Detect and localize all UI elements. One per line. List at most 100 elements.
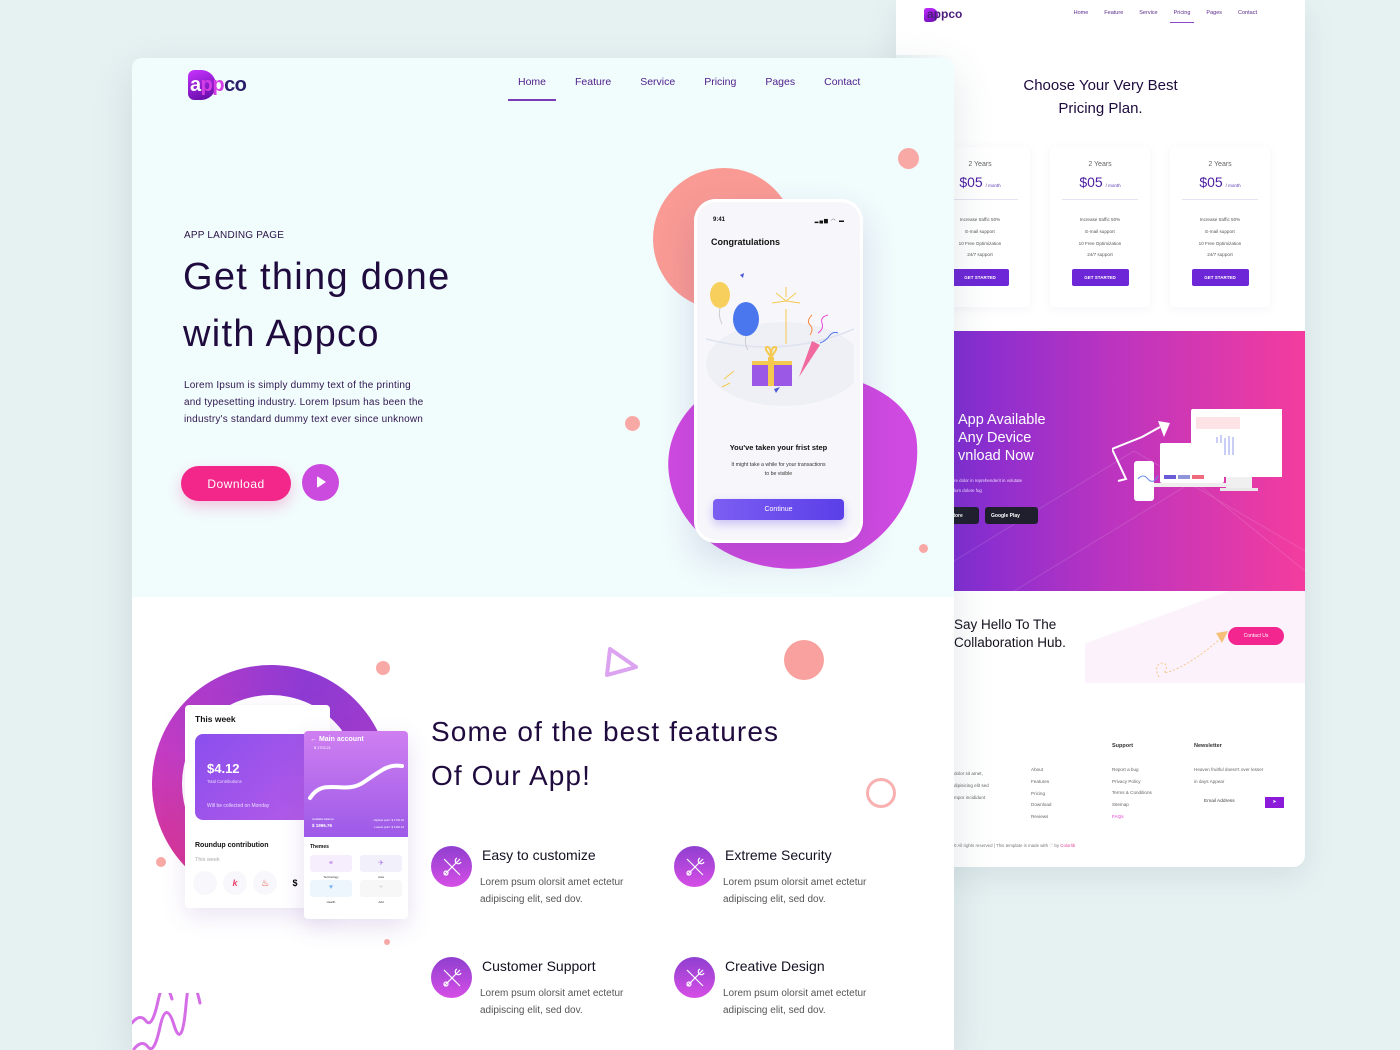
footer: dolor sit amet, dipisicing elit sed mpor…	[954, 683, 1305, 867]
continue-button[interactable]: Continue	[713, 499, 844, 520]
gift-celebration-illustration	[705, 273, 854, 406]
footer-link-privacy[interactable]: Privacy Policy	[1112, 776, 1152, 788]
footer-link-download[interactable]: Download	[1031, 799, 1051, 811]
footer-links: About Features Pricing Download Reviews	[1031, 764, 1051, 823]
theme-technology[interactable]: ⚭ Technology	[310, 855, 352, 879]
theme-asia[interactable]: ✈ Asia	[360, 855, 402, 879]
pricing-title: Choose Your Very Best Pricing Plan.	[1023, 77, 1178, 117]
back-nav-pricing[interactable]: Pricing	[1169, 10, 1195, 23]
download-button[interactable]: Download	[181, 466, 291, 501]
footer-link-sitemap[interactable]: Sitemap	[1112, 799, 1152, 811]
merchant-icons: k ♨ $	[193, 871, 307, 895]
footer-link-features[interactable]: Features	[1031, 776, 1051, 788]
plan-feature: 10 Free Optimization	[1078, 240, 1122, 246]
account-title: ← Main account	[310, 736, 364, 743]
divider	[1062, 199, 1138, 200]
devices-illustration	[1112, 409, 1282, 501]
tools-icon	[674, 846, 715, 887]
available-value: $ 1996.76	[312, 823, 333, 828]
contact-us-button[interactable]: Contact Us	[1228, 627, 1284, 645]
triangle-decoration	[605, 647, 638, 677]
pricing-card: 2 Years $05/ month Increase traffic 50% …	[1050, 147, 1150, 307]
dot-decoration	[898, 148, 919, 169]
nav-feature[interactable]: Feature	[575, 76, 611, 88]
main-nav: Home Feature Service Pricing Pages Conta…	[507, 76, 889, 101]
flame-brand-icon: ♨	[253, 871, 277, 895]
plan-price: $05/ month	[1199, 174, 1241, 190]
footer-link-terms[interactable]: Terms & Conditions	[1112, 787, 1152, 799]
back-navbar: appco Home Feature Service Pricing Pages…	[896, 0, 1305, 30]
get-started-button[interactable]: GET STARTED	[1191, 269, 1249, 287]
phone-time: 9:41	[713, 217, 726, 223]
phone-message: You've taken your frist step	[729, 443, 828, 452]
feature-title: Easy to customize	[482, 847, 596, 863]
feature-desc: Lorem psum olorsit amet ectetur adipisci…	[723, 877, 867, 905]
contribution-amount: $4.12	[207, 761, 240, 776]
nav-pricing[interactable]: Pricing	[704, 76, 736, 88]
google-play-button[interactable]: Google Play	[985, 507, 1038, 524]
pricing-plans: 2 Years $05/ month Increase traffic 50% …	[930, 147, 1270, 307]
hero-section: appco Home Feature Service Pricing Pages…	[132, 58, 954, 597]
theme-health[interactable]: ♥ Health	[310, 880, 352, 904]
dot-decoration	[784, 640, 824, 680]
phone-subtext: It might take a while for your transacti…	[731, 462, 826, 477]
theme-add[interactable]: + Add	[360, 880, 402, 904]
support-heading: Support	[1112, 743, 1134, 749]
dot-decoration	[156, 857, 166, 867]
footer-link-faqs[interactable]: FAQs	[1112, 811, 1152, 823]
feature-item: Customer Support Lorem psum olorsit amet…	[431, 957, 651, 1037]
back-nav-contact[interactable]: Contact	[1238, 10, 1257, 16]
plan-feature: E-mail support	[1205, 228, 1235, 234]
back-logo[interactable]: appco	[924, 7, 962, 22]
appco-logo[interactable]: appco	[188, 68, 247, 102]
back-nav-menu: Home Feature Service Pricing Pages Conta…	[1074, 10, 1257, 23]
play-icon[interactable]	[302, 464, 339, 501]
back-nav-pages[interactable]: Pages	[1206, 10, 1222, 16]
contact-title: Say Hello To The Collaboration Hub.	[954, 617, 1066, 650]
colorlib-link[interactable]: Colorlib	[1060, 843, 1075, 848]
back-nav-home[interactable]: Home	[1074, 10, 1089, 16]
plan-feature: Increase traffic 50%	[1199, 217, 1241, 222]
copyright: 0 All rights reserved | This template is…	[954, 843, 1076, 848]
newsletter-email-input[interactable]: Email Address	[1204, 799, 1235, 804]
plan-feature: E-mail support	[1085, 228, 1115, 234]
footer-link-reviews[interactable]: Reviews	[1031, 811, 1051, 823]
collection-note: Will be collected on Monday	[207, 803, 270, 809]
tools-icon	[431, 957, 472, 998]
dot-decoration	[919, 544, 928, 553]
send-icon[interactable]: ➤	[1265, 797, 1284, 808]
footer-link-report-bug[interactable]: Report a bug	[1112, 764, 1152, 776]
footer-link-pricing[interactable]: Pricing	[1031, 788, 1051, 800]
feature-title: Creative Design	[725, 958, 825, 974]
roundup-subtitle: This week	[195, 857, 220, 863]
feature-title: Customer Support	[482, 958, 596, 974]
tools-icon	[674, 957, 715, 998]
themes-grid: ⚭ Technology ✈ Asia ♥ Health + Add	[310, 855, 402, 904]
app-store-button[interactable]: Store	[954, 507, 979, 524]
roundup-title: Roundup contribution	[195, 842, 269, 849]
card-title: This week	[195, 714, 236, 724]
get-started-button[interactable]: GET STARTED	[951, 269, 1009, 287]
get-started-button[interactable]: GET STARTED	[1071, 269, 1129, 287]
footer-about-text: dolor sit amet, dipisicing elit sed mpor…	[954, 771, 989, 800]
newsletter-heading: Newsletter	[1194, 743, 1222, 749]
contact-banner: Say Hello To The Collaboration Hub. Cont…	[954, 591, 1305, 683]
main-account-card: ← Main account $ 1703.21 Available balan…	[304, 731, 408, 919]
back-nav-service[interactable]: Service	[1139, 10, 1157, 16]
back-nav-feature[interactable]: Feature	[1104, 10, 1123, 16]
phone-title: Congratulations	[711, 237, 780, 247]
ring-decoration	[866, 778, 896, 808]
contribution-label: Total Contributions	[207, 779, 242, 784]
nav-contact[interactable]: Contact	[824, 76, 860, 88]
nav-service[interactable]: Service	[640, 76, 675, 88]
available-label: Available balance	[312, 817, 334, 821]
pricing-page-preview: appco Home Feature Service Pricing Pages…	[896, 0, 1305, 867]
footer-link-about[interactable]: About	[1031, 764, 1051, 776]
app-banner-title: App Available Any Device vnload Now	[958, 412, 1046, 464]
feature-desc: Lorem psum olorsit amet ectetur adipisci…	[723, 988, 867, 1016]
k-brand-icon: k	[223, 871, 247, 895]
nav-home[interactable]: Home	[507, 76, 557, 101]
nav-pages[interactable]: Pages	[765, 76, 795, 88]
footer-support: Support Report a bug Privacy Policy Term…	[1112, 741, 1152, 823]
pricing-card: 2 Years $05/ month Increase traffic 50% …	[1170, 147, 1270, 307]
